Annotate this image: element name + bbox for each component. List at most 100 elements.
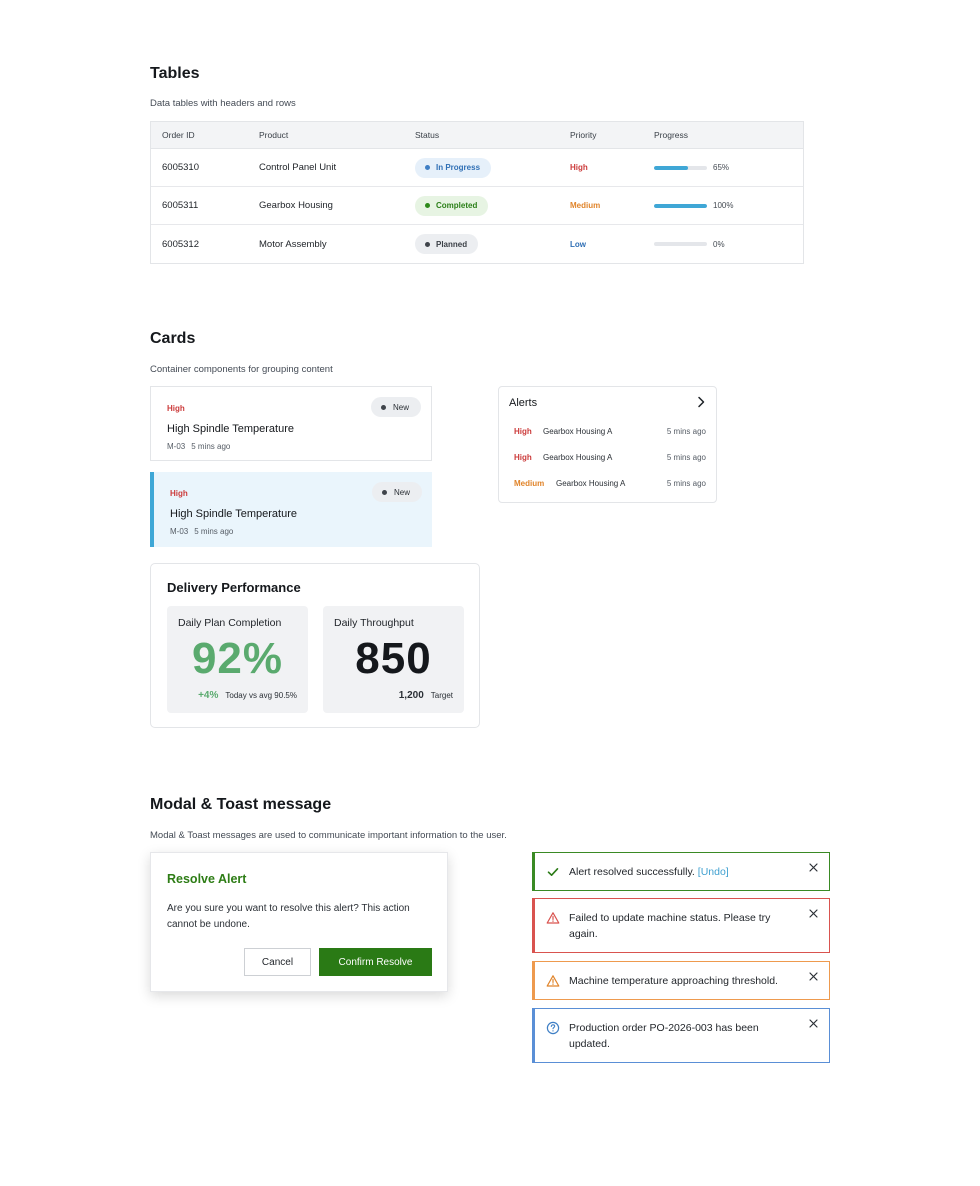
undo-link[interactable]: [Undo] [698, 866, 729, 878]
status-dot-icon [425, 241, 430, 247]
kpi-footer: 1,200 Target [399, 690, 453, 701]
kpi-label: Daily Throughput [334, 617, 414, 629]
alert-time: 5 mins ago [666, 478, 706, 488]
priority-label: High [570, 163, 588, 172]
order-id: 6005311 [162, 200, 199, 211]
toast-message: Alert resolved successfully. [Undo] [569, 864, 794, 880]
alert-card[interactable]: High New High Spindle Temperature M-03 5 … [150, 386, 432, 461]
progress-percent: 65% [713, 163, 730, 172]
cancel-button[interactable]: Cancel [244, 948, 311, 976]
progress-bar [654, 165, 707, 170]
order-id: 6005310 [162, 162, 199, 173]
product-name: Gearbox Housing [259, 200, 333, 211]
kpi-target-value: 1,200 [398, 690, 424, 701]
status-badge: Completed [415, 195, 489, 216]
progress-bar [654, 203, 707, 208]
alerts-panel-title: Alerts [509, 397, 538, 409]
tables-section-subtitle: Data tables with headers and rows [150, 98, 296, 109]
question-circle-icon [546, 1021, 560, 1035]
progress-bar [654, 242, 707, 246]
toast-error: Failed to update machine status. Please … [532, 898, 830, 953]
priority-label: Medium [570, 201, 601, 210]
modal-toast-section-title: Modal & Toast message [150, 796, 332, 813]
status-badge: In Progress [415, 157, 492, 178]
close-icon[interactable] [809, 863, 818, 872]
table-header: Order ID Product Status Priority Progres… [151, 122, 803, 149]
header-priority: Priority [570, 130, 597, 140]
alert-list-item[interactable]: High Gearbox Housing A 5 mins ago [514, 424, 706, 438]
delivery-performance-title: Delivery Performance [167, 580, 301, 595]
status-label: Planned [436, 239, 468, 249]
alert-machine: M-03 [167, 442, 186, 451]
status-dot-icon [425, 203, 430, 208]
header-product: Product [259, 130, 289, 140]
kpi-footer: +4% Today vs avg 90.5% [198, 690, 297, 701]
alert-priority: Medium [514, 478, 545, 488]
alert-severity: High [170, 489, 188, 498]
cards-section-subtitle: Container components for grouping conten… [150, 364, 333, 375]
delivery-performance-card: Delivery Performance Daily Plan Completi… [150, 563, 480, 728]
cards-section-title: Cards [150, 330, 196, 347]
alert-time: 5 mins ago [194, 527, 234, 536]
new-badge: New [370, 397, 421, 417]
status-label: In Progress [436, 163, 481, 172]
close-icon[interactable] [809, 909, 818, 918]
warning-triangle-icon [546, 912, 560, 924]
header-progress: Progress [654, 130, 689, 140]
badge-label: New [392, 402, 409, 412]
close-icon[interactable] [809, 972, 818, 981]
table-row[interactable]: 6005310 Control Panel Unit In Progress H… [151, 149, 803, 187]
modal-title: Resolve Alert [167, 872, 247, 886]
confirm-resolve-button[interactable]: Confirm Resolve [319, 948, 432, 976]
badge-dot-icon [381, 489, 387, 495]
warning-triangle-icon [546, 975, 560, 987]
new-badge: New [371, 482, 422, 502]
alert-list-item[interactable]: Medium Gearbox Housing A 5 mins ago [514, 476, 706, 490]
alert-time: 5 mins ago [666, 452, 706, 462]
tables-section-title: Tables [150, 65, 200, 82]
resolve-alert-modal: Resolve Alert Are you sure you want to r… [150, 852, 448, 992]
toast-message: Machine temperature approaching threshol… [569, 975, 778, 987]
product-name: Motor Assembly [259, 238, 327, 250]
status-label: Completed [436, 201, 478, 210]
toast-message: Failed to update machine status. Please … [569, 912, 771, 940]
chevron-right-icon[interactable] [695, 396, 707, 408]
table-row[interactable]: 6005311 Gearbox Housing Completed Medium… [151, 187, 803, 225]
product-name: Control Panel Unit [259, 162, 337, 173]
plan-completion-kpi: Daily Plan Completion 92% +4% Today vs av… [167, 606, 308, 713]
progress-bar-fill [654, 165, 689, 170]
close-icon[interactable] [809, 1019, 818, 1028]
header-status: Status [415, 130, 440, 140]
priority-label: Low [570, 239, 586, 249]
status-badge: Planned [415, 234, 479, 254]
alert-priority: High [514, 452, 532, 462]
toast-warning: Machine temperature approaching threshol… [532, 961, 830, 1000]
progress-percent: 0% [713, 239, 725, 249]
modal-body: Are you sure you want to resolve this al… [167, 903, 410, 930]
alert-severity: High [167, 404, 185, 413]
throughput-kpi: Daily Throughput 850 1,200 Target [323, 606, 464, 713]
alert-name: Gearbox Housing A [543, 452, 613, 462]
modal-toast-section-subtitle: Modal & Toast messages are used to commu… [150, 830, 507, 841]
alert-list-item[interactable]: High Gearbox Housing A 5 mins ago [514, 450, 706, 464]
kpi-label: Daily Plan Completion [178, 617, 282, 629]
toast-info: Production order PO-2026-003 has been up… [532, 1008, 830, 1063]
alert-meta: M-03 5 mins ago [167, 442, 236, 451]
alerts-panel: Alerts High Gearbox Housing A 5 mins ago H… [498, 386, 717, 503]
alert-time: 5 mins ago [666, 426, 706, 436]
toast-message: Production order PO-2026-003 has been up… [569, 1022, 759, 1050]
alert-meta: M-03 5 mins ago [170, 527, 239, 536]
kpi-delta-note: Today vs avg 90.5% [225, 691, 297, 700]
progress-percent: 100% [713, 201, 734, 210]
alert-name: Gearbox Housing A [556, 478, 626, 488]
order-id: 6005312 [162, 238, 199, 250]
table-row[interactable]: 6005312 Motor Assembly Planned Low 0% [151, 225, 803, 263]
badge-label: New [393, 487, 410, 497]
alert-card-selected[interactable]: High New High Spindle Temperature M-03 5 … [150, 472, 432, 547]
alert-title: High Spindle Temperature [167, 423, 294, 435]
alert-machine: M-03 [170, 527, 189, 536]
progress-bar-fill [654, 203, 707, 208]
check-icon [547, 868, 559, 876]
alert-name: Gearbox Housing A [543, 426, 613, 436]
alert-priority: High [514, 426, 532, 436]
